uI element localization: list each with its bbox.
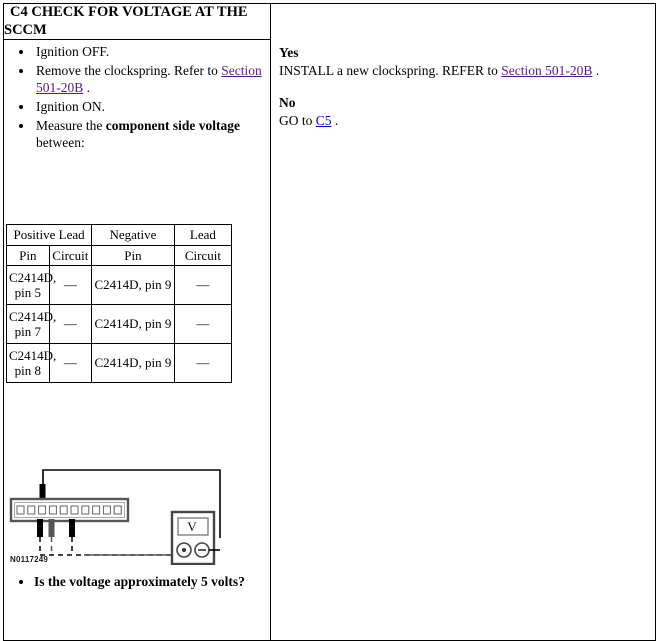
positive-lead-dashed-pin-5 <box>39 537 184 557</box>
verification-question-text: Is the voltage approximately 5 volts? <box>34 574 245 590</box>
cell-negative-circuit: — <box>173 343 233 384</box>
wiring-diagram-svg: V <box>9 469 221 566</box>
answer-no-text-after: . <box>331 112 339 128</box>
voltage-measurement-diagram: V N0117249 <box>4 455 252 573</box>
cell-positive-pin: C2414D, pin 7 <box>6 304 56 345</box>
bullet-2-text: Ignition ON. <box>36 99 105 115</box>
action-bullet-list: Ignition OFF. Remove the clockspring. Re… <box>4 43 270 151</box>
column-header-positive-pin: Pin <box>6 244 50 267</box>
list-item: Is the voltage approximately 5 volts? <box>34 573 270 591</box>
pin-table-sub-header-row: Pin Circuit Pin Circuit <box>6 244 233 267</box>
answers-body: Yes INSTALL a new clockspring. REFER to … <box>271 4 655 130</box>
table-row: C2414D, pin 8 — C2414D, pin 9 — <box>6 343 233 384</box>
answer-yes: Yes INSTALL a new clockspring. REFER to … <box>279 44 647 80</box>
bullet-3-text-before: Measure the <box>36 117 106 133</box>
cell-positive-pin: C2414D, pin 8 <box>6 343 56 384</box>
answer-no-text-before: GO to <box>279 112 316 128</box>
list-item: Measure the component side voltage betwe… <box>34 117 270 152</box>
group-header-lead: Lead <box>173 223 233 246</box>
cell-negative-circuit: — <box>173 265 233 306</box>
answer-yes-text: INSTALL a new clockspring. REFER to Sect… <box>279 62 647 80</box>
answer-no: No GO to C5 . <box>279 94 647 130</box>
step-header-title: C4 CHECK FOR VOLTAGE AT THE SCCM <box>3 2 271 41</box>
bullet-1-text-before: Remove the clockspring. Refer to <box>36 62 222 78</box>
cell-negative-circuit: — <box>173 304 233 345</box>
bullet-3-emphasis: component side voltage <box>105 117 240 133</box>
column-header-negative-pin: Pin <box>91 244 175 267</box>
link-section-501-20b-yes[interactable]: Section 501-20B <box>501 63 592 78</box>
bullet-3-text-after: between: <box>36 135 85 151</box>
answers-cell: Yes INSTALL a new clockspring. REFER to … <box>270 2 656 641</box>
probe-tip-pin-8 <box>69 519 75 538</box>
answer-no-text: GO to C5 . <box>279 112 647 130</box>
step-header-row: C4 CHECK FOR VOLTAGE AT THE SCCM Yes INS… <box>3 2 656 641</box>
group-header-positive-lead: Positive Lead <box>5 223 93 246</box>
pin-table-group-header-row: Positive Lead Negative Lead <box>5 223 233 246</box>
column-header-positive-circuit: Circuit <box>48 244 93 267</box>
cell-positive-pin: C2414D, pin 5 <box>6 265 56 306</box>
table-row: C2414D, pin 5 — C2414D, pin 9 — <box>6 265 233 306</box>
cell-negative-pin: C2414D, pin 9 <box>91 265 175 306</box>
column-header-negative-circuit: Circuit <box>173 244 233 267</box>
answer-no-label: No <box>279 94 296 110</box>
voltmeter-display-value: V <box>187 519 197 534</box>
answer-yes-text-after: . <box>592 62 600 78</box>
bullet-1-text-after: . <box>83 80 90 96</box>
pin-table-wrapper: Positive Lead Negative Lead Pin Circuit … <box>5 223 270 384</box>
diagram-id-label: N0117249 <box>10 555 49 565</box>
answer-yes-text-before: INSTALL a new clockspring. REFER to <box>279 62 502 78</box>
cell-negative-pin: C2414D, pin 9 <box>91 304 175 345</box>
probe-tip-pin-7 <box>48 519 55 538</box>
probe-tip-pin-5 <box>37 519 43 538</box>
diagnostic-step-table: C4 CHECK FOR VOLTAGE AT THE SCCM Yes INS… <box>3 2 656 641</box>
verification-question-list: Is the voltage approximately 5 volts? <box>4 573 270 591</box>
bullet-0-text: Ignition OFF. <box>36 44 110 60</box>
cell-negative-pin: C2414D, pin 9 <box>91 343 175 384</box>
pin-measurement-table: Positive Lead Negative Lead Pin Circuit … <box>5 223 233 384</box>
list-item: Ignition ON. <box>34 98 270 116</box>
answer-yes-label: Yes <box>279 45 299 60</box>
list-item: Ignition OFF. <box>34 43 270 61</box>
step-body-cell: Ignition OFF. Remove the clockspring. Re… <box>3 39 271 641</box>
voltmeter-positive-terminal-dot <box>182 548 186 553</box>
link-c5[interactable]: C5 <box>316 113 332 128</box>
table-row: C2414D, pin 7 — C2414D, pin 9 — <box>6 304 233 345</box>
list-item: Remove the clockspring. Refer to Section… <box>34 62 270 97</box>
group-header-negative: Negative <box>91 223 175 246</box>
